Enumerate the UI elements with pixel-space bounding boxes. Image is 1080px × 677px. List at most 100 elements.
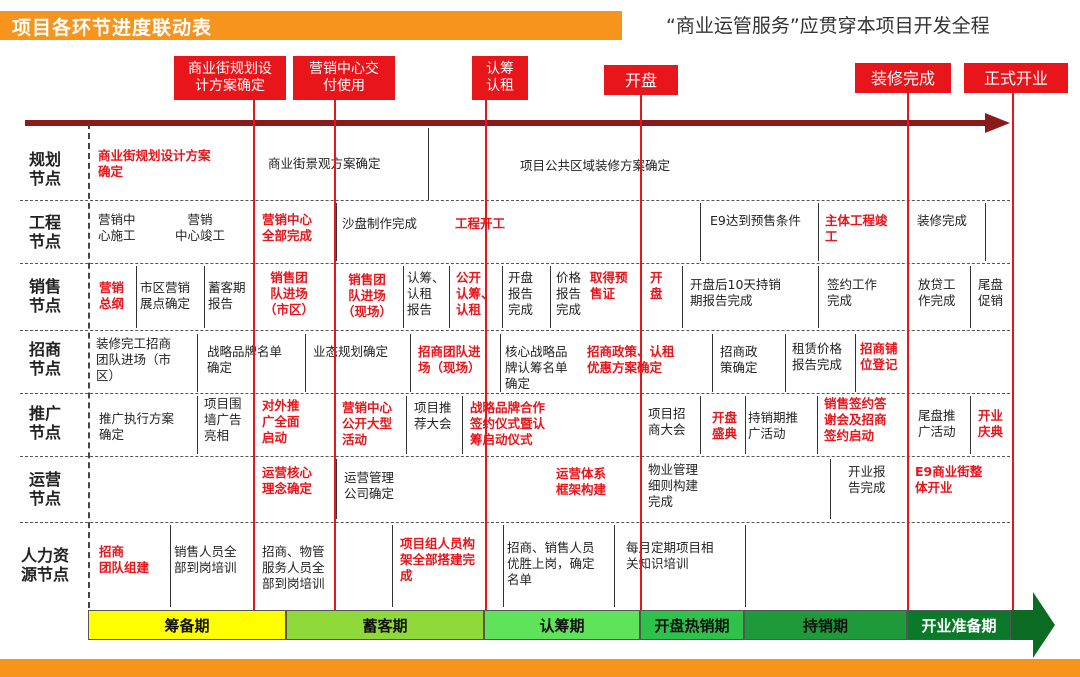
cell-separator xyxy=(700,203,701,261)
cell-separator xyxy=(818,203,819,261)
row-label-promotion: 推广 节点 xyxy=(28,404,61,442)
phase-subscription: 认筹期 xyxy=(484,610,640,640)
cell-engineering-3: 营销中心 全部完成 xyxy=(262,212,313,243)
cell-leasing-8: 租赁价格 报告完成 xyxy=(792,341,843,372)
cell-sales-1: 营销 总纲 xyxy=(99,280,125,311)
cell-engineering-8: 装修完成 xyxy=(917,213,968,228)
milestone-line-decoration xyxy=(907,93,909,610)
cell-planning-2: 商业街景观方案确定 xyxy=(268,156,381,171)
cell-separator xyxy=(970,396,971,454)
slogan: “商业运管服务”应贯穿本项目开发全程 xyxy=(666,15,990,37)
row-label-leasing: 招商 节点 xyxy=(28,340,61,378)
cell-separator xyxy=(403,266,404,328)
cell-hr-4: 项目组人员构 架全部搭建完 成 xyxy=(400,536,476,583)
cell-separator xyxy=(817,396,818,454)
phase-end-arrow xyxy=(1011,592,1055,658)
cell-operation-3: 运营体系 框架构建 xyxy=(556,466,607,497)
cell-sales-12: 开盘后10天持销 期报告完成 xyxy=(690,277,781,308)
cell-operation-2: 运营管理 公司确定 xyxy=(344,470,395,501)
cell-sales-10: 取得预 售证 xyxy=(590,270,628,301)
cell-separator xyxy=(197,396,198,454)
cell-separator xyxy=(550,266,551,328)
cell-separator xyxy=(503,525,504,607)
cell-leasing-2: 战略品牌名单 确定 xyxy=(207,344,283,375)
cell-separator xyxy=(410,334,411,392)
cell-leasing-9: 招商铺 位登记 xyxy=(860,341,898,372)
cell-separator xyxy=(336,203,337,261)
cell-separator xyxy=(818,266,819,328)
cell-leasing-4: 招商团队进 场（现场） xyxy=(418,344,481,375)
cell-sales-13: 签约工作 完成 xyxy=(827,277,878,308)
left-dashed-border xyxy=(88,123,90,608)
cell-separator xyxy=(204,266,205,328)
cell-promotion-8: 开盘 盛典 xyxy=(712,410,738,441)
cell-separator xyxy=(428,128,429,200)
cell-separator xyxy=(449,266,450,328)
milestone-subscription: 认筹 认租 xyxy=(472,56,528,100)
cell-sales-4: 销售团 队进场 （市区） xyxy=(264,270,315,317)
cell-leasing-6: 招商政策、认租 优惠方案确定 xyxy=(587,344,675,375)
cell-separator xyxy=(700,396,701,454)
cell-separator xyxy=(500,334,501,392)
cell-separator xyxy=(197,334,198,392)
cell-hr-5: 招商、销售人员 优胜上岗，确定 名单 xyxy=(507,540,595,587)
cell-separator xyxy=(336,459,337,519)
cell-separator xyxy=(745,525,746,607)
cell-separator xyxy=(745,396,746,454)
cell-engineering-5: 工程开工 xyxy=(455,216,506,231)
row-divider xyxy=(20,456,1010,457)
cell-separator xyxy=(985,203,986,261)
cell-promotion-10: 销售签约答 谢会及招商 签约启动 xyxy=(824,396,887,443)
cell-planning-3: 项目公共区域装修方案确定 xyxy=(520,158,671,173)
milestone-line-sales-center xyxy=(334,100,336,610)
cell-separator xyxy=(614,525,615,607)
phase-continued-sale: 持销期 xyxy=(744,610,907,640)
milestone-line-grand-opening xyxy=(1012,93,1014,610)
phase-hot-sale: 开盘热销期 xyxy=(640,610,744,640)
row-label-hr: 人力资 源节点 xyxy=(20,546,69,584)
milestone-sales-center: 营销中心交 付使用 xyxy=(293,56,395,100)
cell-leasing-1: 装修完工招商 团队进场（市 区） xyxy=(96,336,172,383)
cell-leasing-5: 核心战略品 牌认筹名单 确定 xyxy=(505,344,568,391)
cell-sales-9: 价格 报告 完成 xyxy=(556,270,582,317)
cell-promotion-3: 对外推 广全面 启动 xyxy=(262,398,300,445)
cell-separator xyxy=(830,459,831,519)
phase-preparation: 筹备期 xyxy=(88,610,286,640)
cell-sales-7: 公开 认筹、 认租 xyxy=(456,270,494,317)
cell-hr-3: 招商、物管 服务人员全 部到岗培训 xyxy=(262,544,325,591)
row-label-engineering: 工程 节点 xyxy=(28,213,61,251)
cell-leasing-7: 招商政 策确定 xyxy=(720,344,758,375)
cell-operation-1: 运营核心 理念确定 xyxy=(262,465,313,496)
cell-separator xyxy=(682,266,683,328)
milestone-grand-opening: 正式开业 xyxy=(964,63,1068,93)
cell-promotion-9: 持销期推 广活动 xyxy=(748,410,799,441)
cell-engineering-1: 营销中 心施工 xyxy=(98,212,136,243)
cell-separator xyxy=(170,525,171,607)
cell-engineering-2: 营销 中心竣工 xyxy=(175,212,226,243)
cell-sales-14: 放贷工 作完成 xyxy=(918,277,956,308)
cell-separator xyxy=(970,266,971,328)
timeline-arrow xyxy=(25,113,1010,133)
cell-separator xyxy=(462,396,463,454)
milestone-line-subscription xyxy=(485,100,487,610)
cell-promotion-11: 尾盘推 广活动 xyxy=(918,408,956,439)
cell-operation-6: E9商业街整 体开业 xyxy=(915,464,983,495)
cell-separator xyxy=(855,334,856,392)
cell-sales-6: 认筹、 认租 报告 xyxy=(407,270,445,317)
milestone-opening: 开盘 xyxy=(604,65,678,95)
cell-planning-1: 商业街规划设计方案 确定 xyxy=(98,148,211,179)
row-divider xyxy=(20,330,1010,331)
milestone-line-opening xyxy=(640,95,642,610)
row-label-operation: 运营 节点 xyxy=(28,470,61,508)
row-divider xyxy=(20,393,1010,394)
cell-sales-11: 开 盘 xyxy=(650,270,663,301)
cell-promotion-1: 推广执行方案 确定 xyxy=(99,411,175,442)
row-divider xyxy=(20,522,1010,523)
milestone-planning-approved: 商业街规划设 计方案确定 xyxy=(174,56,286,100)
cell-engineering-7: 主体工程竣 工 xyxy=(825,213,888,244)
cell-sales-3: 蓄客期 报告 xyxy=(208,280,246,311)
cell-sales-5: 销售团 队进场 （现场） xyxy=(342,272,393,319)
cell-promotion-7: 项目招 商大会 xyxy=(648,406,686,437)
phase-opening-prep: 开业准备期 xyxy=(907,610,1011,640)
cell-separator xyxy=(502,266,503,328)
